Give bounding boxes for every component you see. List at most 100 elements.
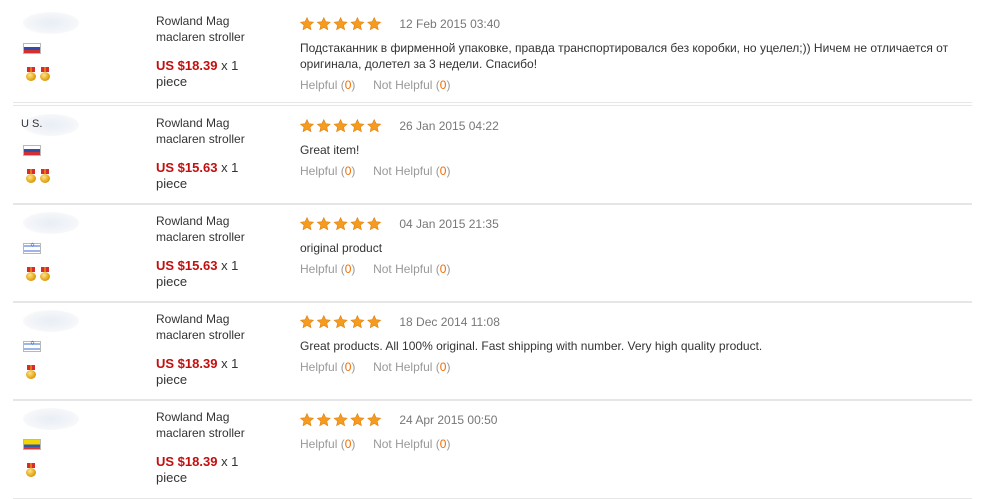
product-info: Rowland Mag maclaren stroller <box>156 13 286 45</box>
buyer-level-medals <box>26 267 54 283</box>
star-icon <box>316 16 331 31</box>
medal-icon <box>26 463 36 477</box>
reviewer-name[interactable] <box>21 412 81 430</box>
helpful-button[interactable]: Helpful (0) <box>300 262 355 276</box>
star-icon <box>316 412 331 427</box>
star-icon <box>367 216 382 231</box>
country-flag-icon <box>23 43 41 54</box>
review-content: 12 Feb 2015 03:40 Подстаканник в фирменн… <box>300 16 972 92</box>
review-date: 12 Feb 2015 03:40 <box>399 16 501 31</box>
rating-stars <box>300 216 383 231</box>
helpful-label: Helpful <box>300 77 338 92</box>
star-icon <box>367 314 382 329</box>
rating-stars <box>300 412 383 427</box>
review-feedback: Helpful (0) Not Helpful (0) <box>300 262 972 276</box>
quantity: x 1 <box>221 356 239 371</box>
helpful-button[interactable]: Helpful (0) <box>300 360 355 374</box>
not-helpful-button[interactable]: Not Helpful (0) <box>373 262 450 276</box>
review-text: original product <box>300 240 383 255</box>
product-name-line1: Rowland Mag <box>156 410 230 424</box>
star-icon <box>333 118 348 133</box>
review-date: 24 Apr 2015 00:50 <box>399 412 498 427</box>
not-helpful-count: 0 <box>439 77 447 92</box>
star-icon <box>300 118 315 133</box>
not-helpful-count: 0 <box>439 261 447 276</box>
helpful-count: 0 <box>344 261 352 276</box>
helpful-label: Helpful <box>300 436 338 451</box>
review-content: 04 Jan 2015 21:35 original product Helpf… <box>300 216 972 276</box>
quantity: x 1 <box>221 454 239 469</box>
not-helpful-label: Not Helpful <box>373 359 433 374</box>
star-icon <box>367 412 382 427</box>
helpful-label: Helpful <box>300 359 338 374</box>
country-flag-icon <box>23 439 41 450</box>
helpful-count: 0 <box>344 77 352 92</box>
review-item: Rowland Mag maclaren stroller US $15.63 … <box>13 203 972 303</box>
not-helpful-button[interactable]: Not Helpful (0) <box>373 437 450 451</box>
quantity-unit: piece <box>156 176 188 191</box>
review-item: Rowland Mag maclaren stroller US $18.39 … <box>13 399 972 499</box>
helpful-button[interactable]: Helpful (0) <box>300 437 355 451</box>
order-price: US $15.63 x 1 piece <box>156 160 286 192</box>
product-info: Rowland Mag maclaren stroller <box>156 213 286 245</box>
star-icon <box>316 314 331 329</box>
review-date: 26 Jan 2015 04:22 <box>399 118 499 133</box>
star-icon <box>350 412 365 427</box>
reviewer-name[interactable] <box>21 216 81 234</box>
reviewer-name[interactable] <box>21 16 81 34</box>
order-price: US $18.39 x 1 piece <box>156 58 286 90</box>
reviewer-info <box>13 302 143 400</box>
not-helpful-label: Not Helpful <box>373 436 433 451</box>
star-icon <box>350 216 365 231</box>
country-flag-icon <box>23 242 41 254</box>
star-icon <box>350 314 365 329</box>
medal-icon <box>26 267 36 281</box>
reviewer-info <box>13 4 143 102</box>
not-helpful-label: Not Helpful <box>373 261 433 276</box>
quantity-unit: piece <box>156 74 188 89</box>
not-helpful-button[interactable]: Not Helpful (0) <box>373 164 450 178</box>
product-name-line2: maclaren stroller <box>156 426 245 440</box>
star-icon <box>367 118 382 133</box>
medal-icon <box>40 267 50 281</box>
review-feedback: Helpful (0) Not Helpful (0) <box>300 164 972 178</box>
not-helpful-count: 0 <box>439 359 447 374</box>
product-name-line1: Rowland Mag <box>156 14 230 28</box>
product-name-line2: maclaren stroller <box>156 230 245 244</box>
product-info: Rowland Mag maclaren stroller <box>156 311 286 343</box>
product-name-line1: Rowland Mag <box>156 214 230 228</box>
order-price: US $18.39 x 1 piece <box>156 454 286 486</box>
review-item: U S. Rowland Mag maclaren stroller US $1… <box>13 105 972 205</box>
reviewer-name[interactable]: U S. <box>21 118 81 136</box>
helpful-count: 0 <box>344 436 352 451</box>
star-icon <box>367 16 382 31</box>
helpful-button[interactable]: Helpful (0) <box>300 164 355 178</box>
medal-icon <box>26 67 36 81</box>
helpful-label: Helpful <box>300 261 338 276</box>
product-info: Rowland Mag maclaren stroller <box>156 409 286 441</box>
review-feedback: Helpful (0) Not Helpful (0) <box>300 360 972 374</box>
reviewer-info <box>13 400 143 498</box>
quantity: x 1 <box>221 58 239 73</box>
buyer-level-medals <box>26 169 54 185</box>
star-icon <box>316 118 331 133</box>
star-icon <box>333 16 348 31</box>
star-icon <box>350 118 365 133</box>
star-icon <box>316 216 331 231</box>
review-item: Rowland Mag maclaren stroller US $18.39 … <box>13 4 972 103</box>
star-icon <box>333 412 348 427</box>
reviewer-name[interactable] <box>21 314 81 332</box>
buyer-level-medals <box>26 67 54 83</box>
review-feedback: Helpful (0) Not Helpful (0) <box>300 78 972 92</box>
not-helpful-button[interactable]: Not Helpful (0) <box>373 78 450 92</box>
medal-icon <box>40 67 50 81</box>
country-flag-icon <box>23 145 41 156</box>
price-value: US $18.39 <box>156 356 218 371</box>
helpful-button[interactable]: Helpful (0) <box>300 78 355 92</box>
product-name-line2: maclaren stroller <box>156 132 245 146</box>
not-helpful-button[interactable]: Not Helpful (0) <box>373 360 450 374</box>
price-value: US $18.39 <box>156 454 218 469</box>
review-content: 18 Dec 2014 11:08 Great products. All 10… <box>300 314 972 374</box>
review-text: Great products. All 100% original. Fast … <box>300 338 763 353</box>
helpful-label: Helpful <box>300 163 338 178</box>
